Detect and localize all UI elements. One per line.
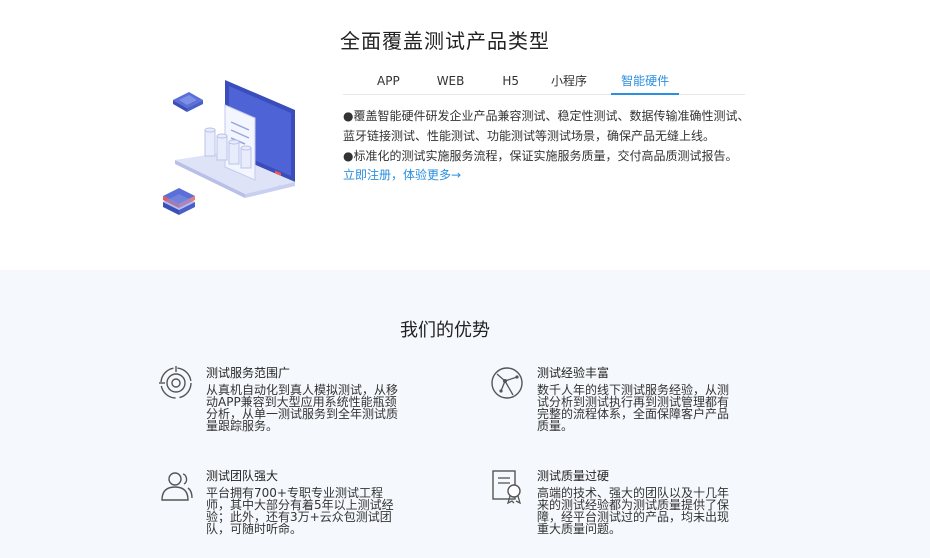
target-icon — [159, 366, 192, 399]
tab-h5[interactable]: H5 — [492, 72, 529, 95]
description-line: ●标准化的测试实施服务流程，保证实施服务质量，交付高品质测试报告。 — [343, 149, 738, 163]
globe-icon — [491, 367, 523, 399]
certificate-icon — [492, 470, 521, 504]
tab-app[interactable]: APP — [367, 72, 410, 95]
advantage-text: 平台拥有700+专职专业测试工程师，其中大部分有着5年以上测试经验；此外，还有3… — [206, 486, 394, 536]
product-type-tabs: APP WEB H5 小程序 智能硬件 — [343, 72, 745, 95]
advantage-text: 数千人年的线下测试服务经验，从测试分析到测试执行再到测试管理都有完整的流程体系，… — [537, 383, 730, 433]
products-title: 全面覆盖测试产品类型 — [340, 29, 550, 53]
laptop-with-servers-illustration — [155, 70, 315, 225]
advantage-title: 测试经验丰富 — [537, 366, 610, 380]
products-section: 全面覆盖测试产品类型 APP WEB H5 小程序 智能硬件 ●覆盖智能硬件研发… — [0, 0, 930, 270]
advantages-title: 我们的优势 — [400, 320, 490, 341]
advantage-title: 测试质量过硬 — [537, 469, 610, 483]
advantage-title: 测试服务范围广 — [206, 366, 291, 380]
description-line: ●覆盖智能硬件研发企业产品兼容测试、稳定性测试、数据传输准确性测试、蓝牙链接测试… — [343, 109, 750, 143]
tab-web[interactable]: WEB — [427, 72, 475, 95]
advantage-text: 高端的技术、强大的团队以及十几年来的测试经验都为测试质量提供了保障，经平台测试过… — [537, 486, 730, 536]
register-link[interactable]: 立即注册，体验更多→ — [343, 166, 461, 184]
advantages-section: 我们的优势 测试服务范围广 从真机自动化到真人模拟测试，从移动APP兼容到大型应… — [0, 270, 930, 558]
tab-mini-program[interactable]: 小程序 — [541, 72, 597, 95]
advantage-text: 从真机自动化到真人模拟测试，从移动APP兼容到大型应用系统性能瓶颈分析，从单一测… — [206, 383, 399, 433]
product-description: ●覆盖智能硬件研发企业产品兼容测试、稳定性测试、数据传输准确性测试、蓝牙链接测试… — [343, 106, 753, 166]
team-icon — [161, 472, 193, 501]
advantage-title: 测试团队强大 — [206, 469, 279, 483]
tab-smart-hardware[interactable]: 智能硬件 — [611, 72, 680, 95]
